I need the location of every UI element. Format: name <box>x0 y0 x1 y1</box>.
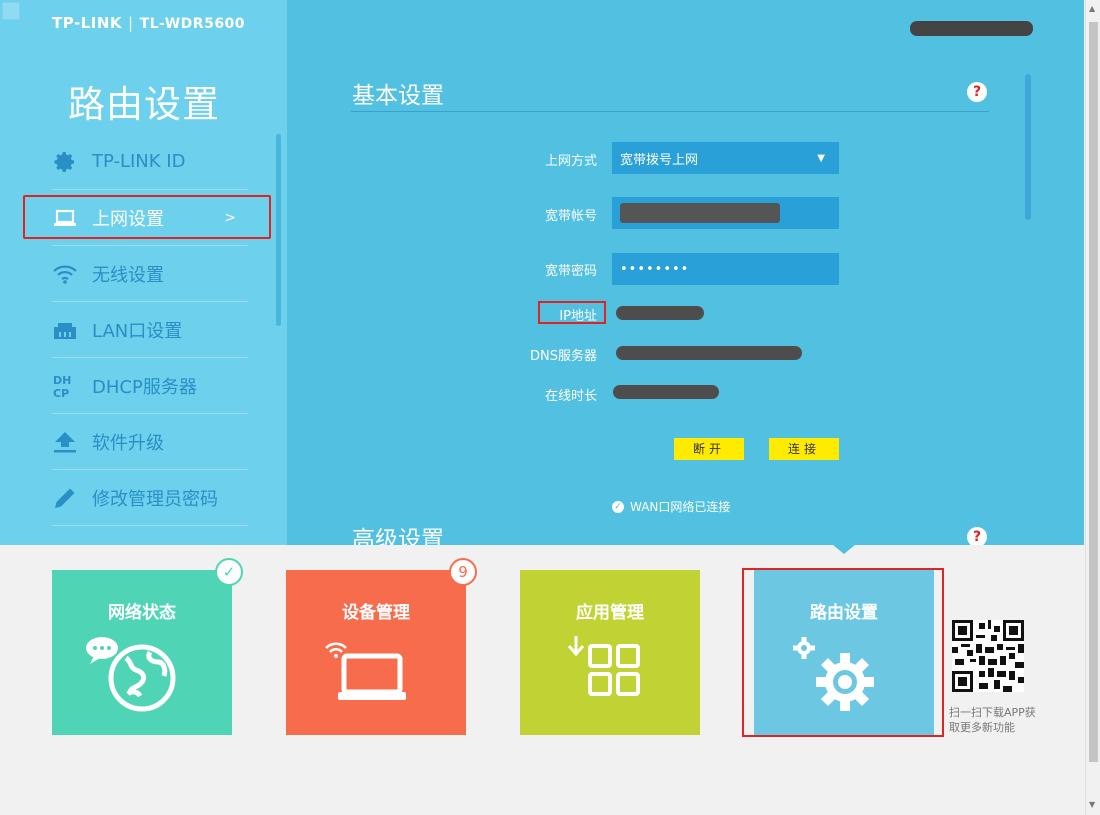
advanced-help-icon[interactable]: ? <box>967 527 987 545</box>
password-label: 宽带密码 <box>544 264 597 279</box>
account-input[interactable] <box>612 197 839 229</box>
ip-highlight-box <box>538 301 606 324</box>
disconnect-button[interactable]: 断开 <box>674 438 744 460</box>
uptime-label: 在线时长 <box>544 389 597 404</box>
sidebar-item-upgrade[interactable]: 软件升级 <box>52 414 248 470</box>
sidebar-item-label: 无线设置 <box>92 264 164 286</box>
uptime-redacted <box>613 385 719 399</box>
svg-text:CP: CP <box>53 387 69 399</box>
advanced-settings-title: 高级设置 <box>352 527 444 545</box>
tile-label: 网络状态 <box>108 603 176 623</box>
wifi-icon <box>52 261 78 287</box>
qr-caption: 扫一扫下载APP获取更多新功能 <box>949 706 1036 734</box>
connection-type-label: 上网方式 <box>544 154 597 169</box>
brand-separator: | <box>128 14 134 32</box>
tile-label: 设备管理 <box>342 603 410 623</box>
wan-status-text: WAN口网络已连接 <box>630 500 731 514</box>
tile-label: 应用管理 <box>576 603 644 623</box>
sidebar-item-label: DHCP服务器 <box>92 376 197 398</box>
password-input[interactable]: •••••••• <box>612 253 839 285</box>
qr-code-image[interactable] <box>952 620 1024 692</box>
basic-help-icon[interactable]: ? <box>967 82 987 102</box>
svg-text:DH: DH <box>53 374 71 387</box>
scroll-down-icon[interactable]: ▼ <box>1089 800 1095 809</box>
device-count-badge: 9 <box>449 558 477 586</box>
globe-chat-icon <box>86 637 176 712</box>
sidebar-item-dhcp[interactable]: DH CP DHCP服务器 <box>52 358 248 414</box>
main-panel: TP-LINK | TL-WDR5600 路由设置 TP-LINK ID 上网设置 … <box>0 0 1084 545</box>
scroll-up-icon[interactable]: ▲ <box>1089 4 1095 13</box>
check-badge-icon: ✓ <box>215 558 243 586</box>
laptop-wifi-icon <box>325 642 406 700</box>
sidebar-title: 路由设置 <box>68 83 220 126</box>
active-tile-pointer <box>833 545 855 554</box>
tile-device-management[interactable]: 设备管理 9 <box>286 558 477 735</box>
sidebar-scrollbar[interactable] <box>276 134 281 326</box>
section-divider <box>351 111 989 112</box>
brand-name: TP-LINK <box>52 14 123 32</box>
tile-app-management[interactable]: 应用管理 <box>520 570 700 735</box>
check-icon: ✓ <box>612 500 624 513</box>
brand-logo: TP-LINK | TL-WDR5600 <box>52 14 245 32</box>
sidebar-item-label: TP-LINK ID <box>92 151 186 172</box>
main-scrollbar[interactable] <box>1025 74 1031 220</box>
model-name: TL-WDR5600 <box>139 16 246 32</box>
scroll-thumb[interactable] <box>1089 22 1098 762</box>
account-redacted <box>620 203 780 223</box>
user-info-redacted <box>910 21 1033 36</box>
sidebar-highlight-box <box>23 195 271 239</box>
ip-redacted <box>616 306 704 320</box>
page-scrollbar[interactable]: ▲ ▼ <box>1085 0 1100 815</box>
pencil-icon <box>52 485 78 511</box>
upgrade-icon <box>52 429 78 455</box>
connection-type-value: 宽带拨号上网 <box>620 152 699 168</box>
app-grid-icon <box>567 636 640 696</box>
dns-label: DNS服务器 <box>530 349 597 364</box>
dns-redacted <box>616 346 802 360</box>
sidebar-item-label: LAN口设置 <box>92 320 183 342</box>
sidebar-item-label: 软件升级 <box>92 432 164 454</box>
sidebar-item-admin-password[interactable]: 修改管理员密码 <box>52 470 248 526</box>
connect-button[interactable]: 连接 <box>769 438 839 460</box>
wan-status: ✓ WAN口网络已连接 <box>612 498 730 515</box>
lan-port-icon <box>52 317 78 343</box>
password-value: •••••••• <box>620 261 690 277</box>
account-label: 宽带帐号 <box>544 209 597 224</box>
tile-network-status[interactable]: 网络状态 ✓ <box>52 558 243 735</box>
dhcp-icon: DH CP <box>52 373 78 399</box>
sidebar-item-lan[interactable]: LAN口设置 <box>52 302 248 358</box>
connection-type-select[interactable]: 宽带拨号上网 ▼ <box>612 142 839 174</box>
sidebar-item-wireless[interactable]: 无线设置 <box>52 246 248 302</box>
sidebar-item-label: 修改管理员密码 <box>92 488 218 510</box>
router-tile-highlight-box <box>742 568 944 737</box>
dropdown-arrow-icon: ▼ <box>817 152 825 164</box>
gear-icon <box>52 149 78 175</box>
basic-settings-title: 基本设置 <box>352 83 444 109</box>
corner-box <box>2 2 20 20</box>
sidebar-item-tplink-id[interactable]: TP-LINK ID <box>52 134 248 190</box>
